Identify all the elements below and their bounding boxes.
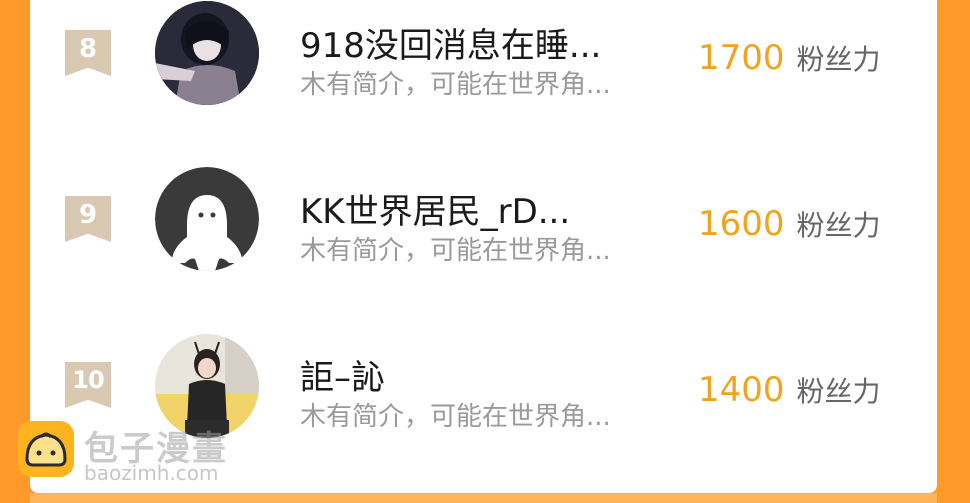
watermark-url: baozimh.com	[84, 461, 219, 485]
default-ghost-avatar-icon	[155, 167, 259, 271]
ranking-row[interactable]: 8 918没回消息在睡... 木有简介，可能在世界角... 1700 粉丝力	[30, 0, 937, 150]
ranking-row[interactable]: 9 KK世界居民_rD... 木有简介，可能在世界角... 1600 粉丝力	[30, 150, 937, 300]
fan-ranking-card: 8 918没回消息在睡... 木有简介，可能在世界角... 1700 粉丝力 9	[30, 0, 937, 493]
user-intro: 木有简介，可能在世界角...	[300, 402, 611, 432]
fans-number: 1600	[698, 204, 785, 244]
user-name[interactable]: 918没回消息在睡...	[300, 18, 601, 67]
fans-power: 1700 粉丝力	[698, 38, 881, 78]
rank-badge: 8	[65, 30, 111, 76]
user-photo-avatar-icon	[155, 1, 259, 105]
user-intro: 木有简介，可能在世界角...	[300, 70, 611, 100]
fans-unit: 粉丝力	[796, 43, 881, 76]
card-bottom-edge	[30, 493, 937, 503]
bun-logo-icon	[18, 421, 74, 477]
fans-power: 1600 粉丝力	[698, 204, 881, 244]
user-name[interactable]: KK世界居民_rD...	[300, 184, 570, 233]
user-avatar[interactable]	[155, 1, 259, 105]
user-name[interactable]: 詎–訫	[300, 350, 385, 399]
fans-number: 1400	[698, 370, 785, 410]
rank-badge: 9	[65, 196, 111, 242]
user-intro: 木有简介，可能在世界角...	[300, 236, 611, 266]
user-avatar[interactable]	[155, 167, 259, 271]
fans-unit: 粉丝力	[796, 375, 881, 408]
fans-unit: 粉丝力	[796, 209, 881, 242]
site-watermark: 包子漫畫 baozimh.com	[18, 421, 258, 491]
fans-number: 1700	[698, 38, 785, 78]
fans-power: 1400 粉丝力	[698, 370, 881, 410]
rank-badge: 10	[65, 362, 111, 408]
